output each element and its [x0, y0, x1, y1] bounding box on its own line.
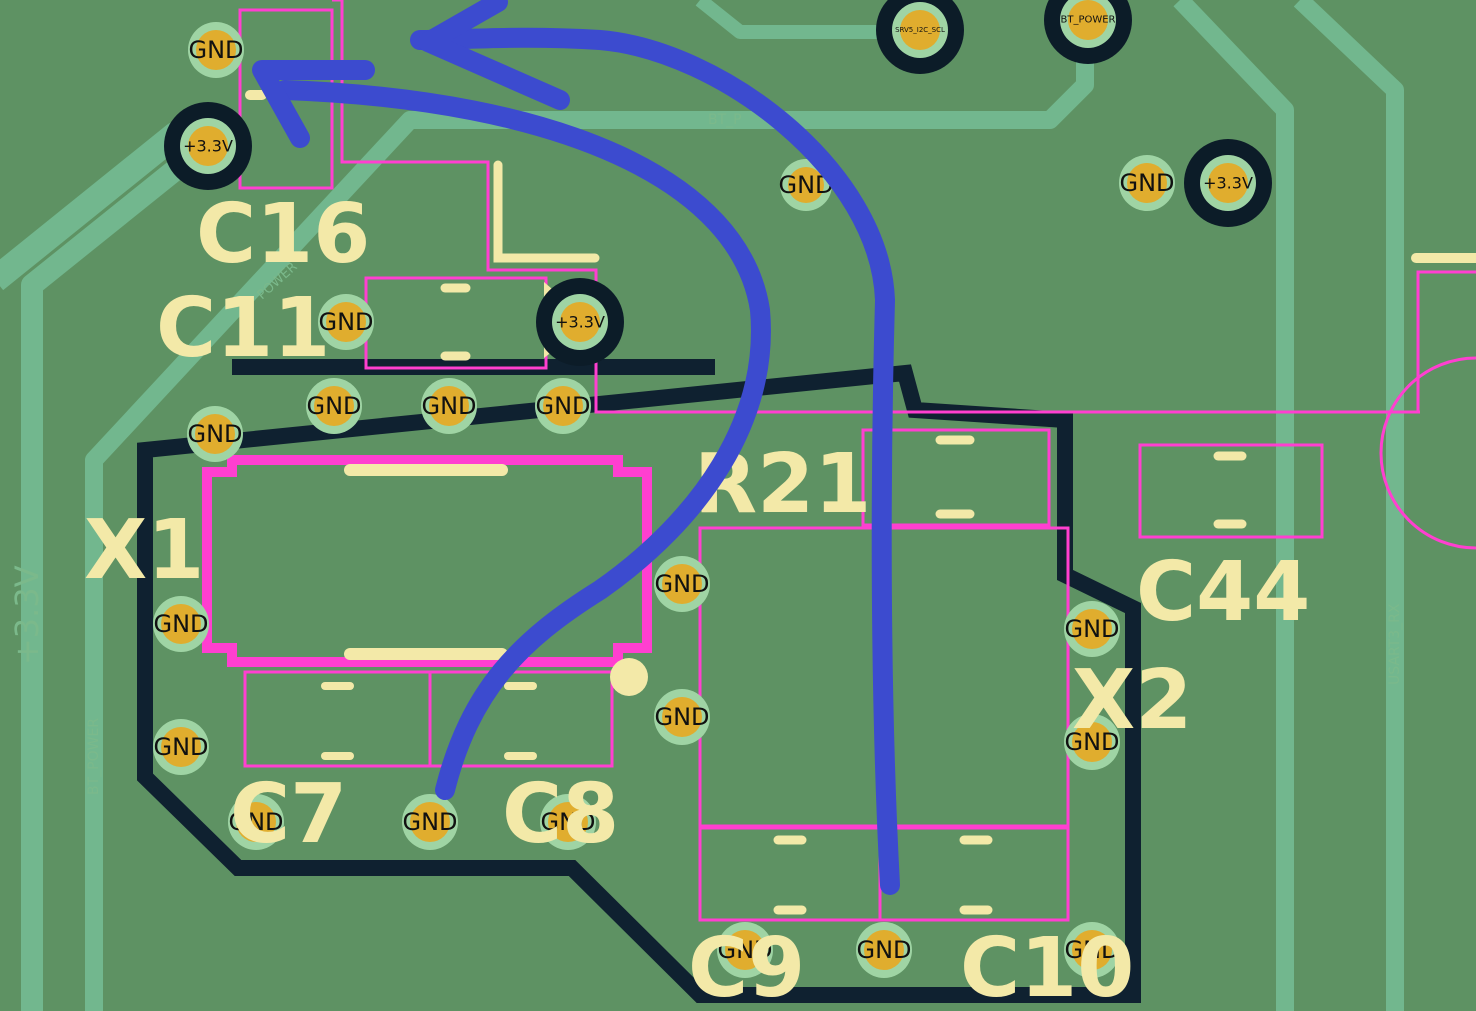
via-net-label: GND	[654, 703, 709, 731]
gnd-via[interactable]: GND	[1119, 155, 1175, 211]
via-net-label: SRV5_I2C_SCL	[895, 26, 945, 34]
via-net-label: +3.3V	[1203, 174, 1253, 193]
gnd-via[interactable]: GND	[188, 22, 244, 78]
via-net-label: GND	[402, 808, 457, 836]
net-label-bt-power-left: BT_POWER	[86, 718, 102, 795]
gnd-via[interactable]: GND	[421, 378, 477, 434]
ref-c11: C11	[156, 281, 330, 376]
via-net-label: GND	[1119, 169, 1174, 197]
via-net-label: GND	[306, 392, 361, 420]
via-net-label: GND	[188, 36, 243, 64]
ref-x1: X1	[84, 503, 204, 598]
via-net-label: GND	[153, 733, 208, 761]
gnd-via[interactable]: GND	[153, 719, 209, 775]
gnd-via[interactable]: GND	[856, 922, 912, 978]
v33-via[interactable]: +3.3V	[536, 278, 624, 366]
via-net-label: +3.3V	[555, 313, 605, 332]
via-net-label: GND	[654, 570, 709, 598]
ref-c44: C44	[1136, 545, 1310, 640]
gnd-via[interactable]: GND	[402, 794, 458, 850]
gnd-via[interactable]: GND	[306, 378, 362, 434]
via-net-label: +3.3V	[183, 137, 233, 156]
ref-c16: C16	[196, 187, 370, 282]
gnd-via[interactable]: GND	[1064, 601, 1120, 657]
via-net-label: BT_POWER	[1060, 15, 1115, 26]
gnd-via[interactable]: GND	[654, 689, 710, 745]
v33-via[interactable]: +3.3V	[164, 102, 252, 190]
pcb-layout-view[interactable]: +3.3V BT_POWER BT_P USART3_RX POWER GND+…	[0, 0, 1476, 1011]
pin1-dot-marker	[610, 658, 648, 696]
gnd-via[interactable]: GND	[535, 378, 591, 434]
gnd-via[interactable]: GND	[153, 596, 209, 652]
via-net-label: GND	[535, 392, 590, 420]
via-net-label: GND	[153, 610, 208, 638]
ref-c8: C8	[502, 767, 619, 862]
via-net-label: GND	[421, 392, 476, 420]
ref-x2: X2	[1072, 653, 1192, 748]
net-label-usart3-rx: USART3_RX	[1387, 603, 1403, 685]
gnd-via[interactable]: GND	[187, 406, 243, 462]
ref-c10: C10	[960, 921, 1134, 1011]
ref-c9: C9	[688, 921, 805, 1011]
net-label-v33-big: +3.3V	[8, 565, 46, 665]
net-label-bt-top: BT_P	[708, 112, 742, 128]
via-net-label: GND	[1064, 615, 1119, 643]
ref-c7: C7	[230, 767, 347, 862]
gnd-via[interactable]: GND	[654, 556, 710, 612]
v33-via[interactable]: +3.3V	[1184, 139, 1272, 227]
via-net-label: GND	[856, 936, 911, 964]
via-net-label: GND	[187, 420, 242, 448]
